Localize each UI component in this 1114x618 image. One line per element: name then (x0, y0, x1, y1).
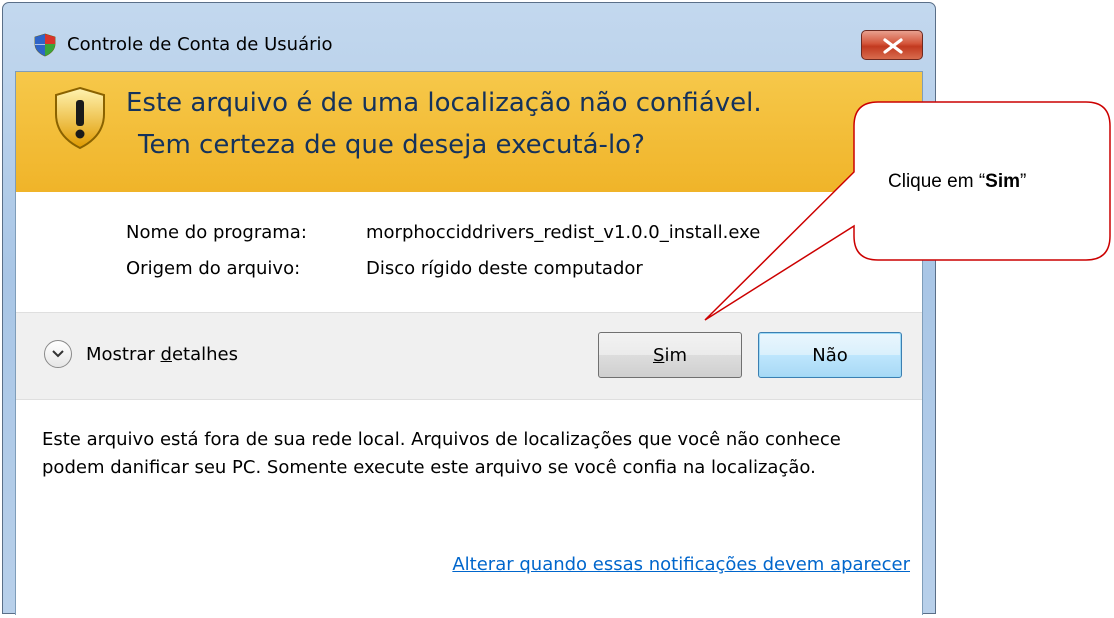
callout-bubble (704, 101, 1111, 321)
callout-text: Clique em “Sim” (888, 171, 1027, 192)
